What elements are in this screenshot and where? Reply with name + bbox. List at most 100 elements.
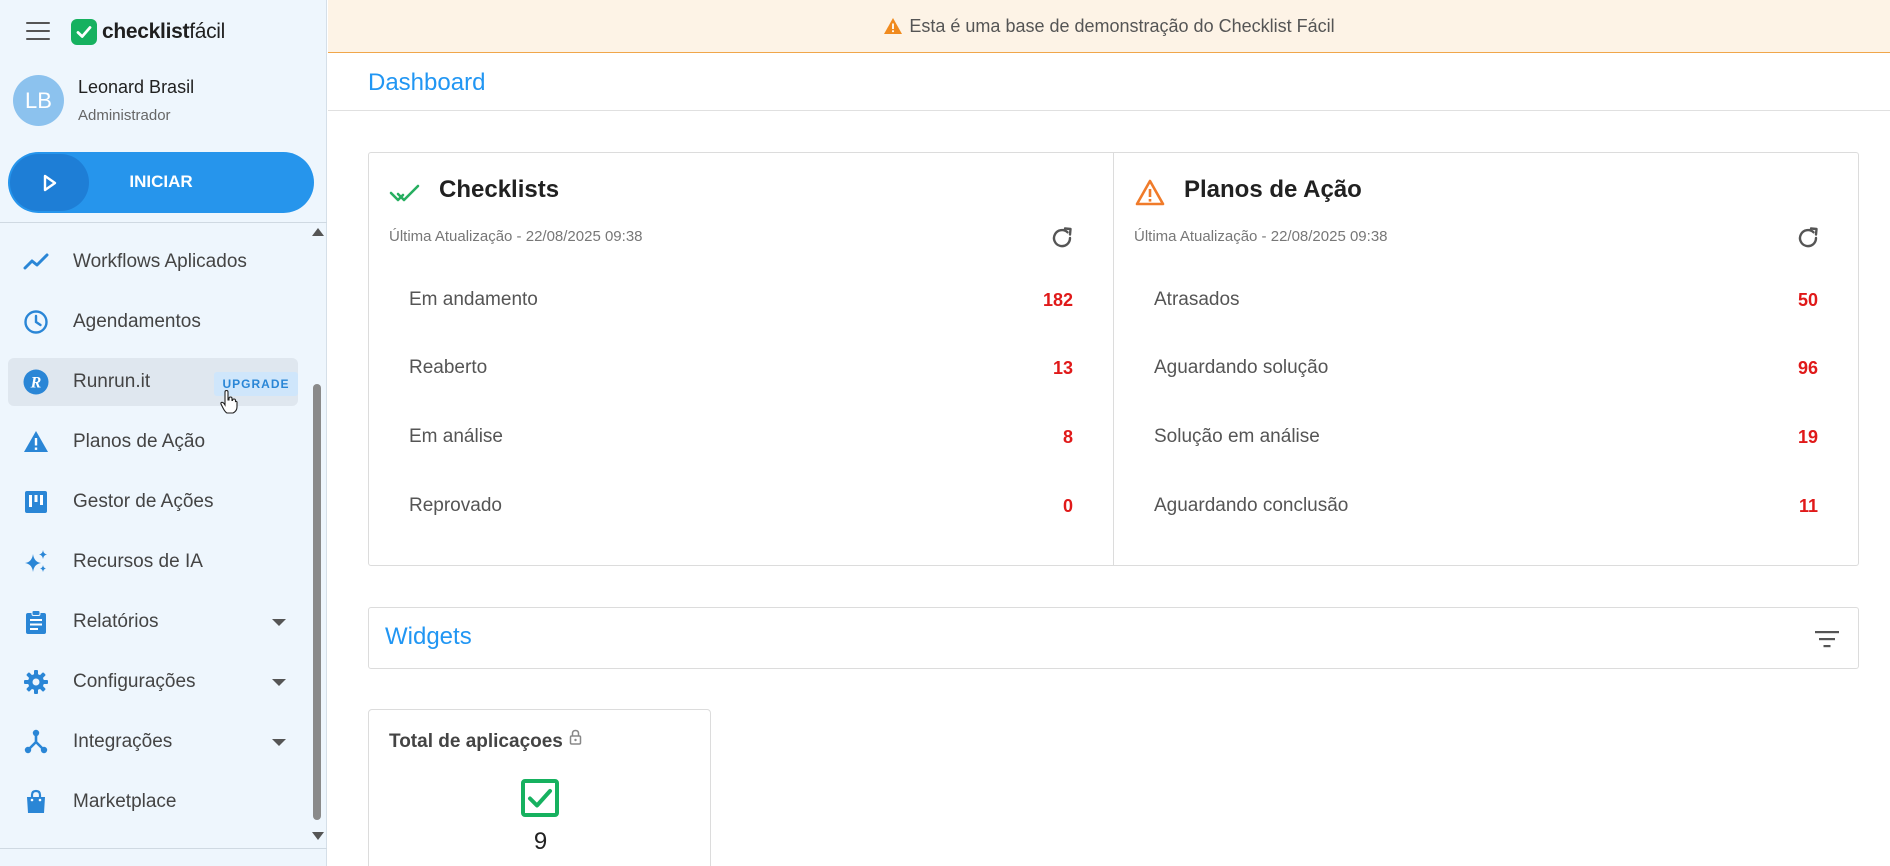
demo-banner: Esta é uma base de demonstração do Check…	[328, 0, 1890, 53]
sidebar-item-agendamentos[interactable]: Agendamentos	[8, 298, 298, 346]
scroll-up-arrow-icon[interactable]	[312, 228, 324, 236]
user-name: Leonard Brasil	[78, 77, 195, 97]
scrollbar-thumb[interactable]	[313, 384, 321, 820]
chevron-down-icon	[272, 739, 286, 746]
kanban-icon	[25, 491, 47, 513]
filter-icon[interactable]	[1814, 628, 1840, 650]
svg-text:R: R	[30, 375, 42, 392]
last-update-text: Última Atualização - 22/08/2025 09:38	[389, 228, 643, 245]
sidebar: checklistfácil LB Leonard Brasil Adminis…	[0, 0, 327, 866]
gear-icon	[24, 670, 48, 694]
checklists-title: Checklists	[439, 176, 560, 203]
stat-label: Reprovado	[409, 495, 502, 516]
user-role: Administrador	[78, 107, 171, 124]
start-button[interactable]: INICIAR	[8, 152, 314, 213]
clipboard-icon	[26, 610, 46, 634]
sidebar-item-workflows[interactable]: Workflows Aplicados	[8, 238, 298, 286]
stat-row[interactable]: Em andamento 182	[409, 281, 1073, 321]
refresh-icon[interactable]	[1795, 225, 1821, 251]
sidebar-item-label: Gestor de Ações	[73, 491, 214, 512]
stat-value[interactable]: 13	[1053, 358, 1073, 379]
sidebar-divider	[0, 222, 327, 223]
stat-value[interactable]: 182	[1043, 290, 1073, 311]
stat-value[interactable]: 11	[1799, 496, 1818, 517]
stat-label: Em análise	[409, 426, 503, 447]
app-root: checklistfácil LB Leonard Brasil Adminis…	[0, 0, 1890, 866]
stat-value[interactable]: 19	[1798, 427, 1818, 448]
stat-value[interactable]: 8	[1063, 427, 1073, 448]
chevron-down-icon	[272, 619, 286, 626]
stat-row[interactable]: Reaberto 13	[409, 349, 1073, 389]
sidebar-divider	[0, 848, 327, 849]
sidebar-item-label: Configurações	[73, 671, 196, 692]
stat-label: Atrasados	[1154, 289, 1240, 310]
sidebar-item-planos[interactable]: Planos de Ação	[8, 418, 298, 466]
hand-cursor-icon	[220, 390, 238, 414]
sidebar-item-label: Marketplace	[73, 791, 177, 812]
total-applications-card[interactable]: Total de aplicaçoes 9	[368, 709, 711, 866]
sidebar-item-label: Recursos de IA	[73, 551, 203, 572]
stat-row[interactable]: Aguardando conclusão 11	[1154, 487, 1818, 527]
sidebar-header: checklistfácil	[0, 0, 327, 62]
stat-label: Reaberto	[409, 357, 488, 378]
brand-logo[interactable]: checklistfácil	[71, 19, 225, 45]
stat-row[interactable]: Solução em análise 19	[1154, 418, 1818, 458]
stat-label: Solução em análise	[1154, 426, 1320, 447]
checkmark-logo-icon	[71, 19, 97, 45]
banner-text: Esta é uma base de demonstração do Check…	[909, 15, 1335, 36]
hub-icon	[24, 729, 48, 754]
widgets-section: Widgets	[368, 607, 1859, 669]
page-title: Dashboard	[368, 69, 486, 96]
action-plans-panel: Planos de Ação Última Atualização - 22/0…	[1114, 153, 1859, 565]
stat-value[interactable]: 50	[1798, 290, 1818, 311]
sidebar-item-relatorios[interactable]: Relatórios	[8, 598, 298, 646]
sidebar-item-runrun[interactable]: R Runrun.it UPGRADE	[8, 358, 298, 406]
stat-label: Em andamento	[409, 289, 538, 310]
action-plans-title: Planos de Ação	[1184, 176, 1362, 203]
shopping-bag-icon	[27, 789, 45, 813]
avatar: LB	[13, 75, 64, 126]
stats-card: Checklists Última Atualização - 22/08/20…	[368, 152, 1859, 566]
sidebar-item-configuracoes[interactable]: Configurações	[8, 658, 298, 706]
stat-label: Aguardando solução	[1154, 357, 1329, 378]
chevron-down-icon	[272, 679, 286, 686]
sidebar-item-label: Runrun.it	[73, 371, 151, 392]
sidebar-nav: Workflows Aplicados Agendamentos R Runru…	[0, 228, 305, 843]
sidebar-item-marketplace[interactable]: Marketplace	[8, 778, 298, 826]
sidebar-item-label: Integrações	[73, 731, 173, 752]
lock-icon	[569, 729, 582, 745]
warning-icon	[24, 431, 48, 452]
sidebar-item-gestor[interactable]: Gestor de Ações	[8, 478, 298, 526]
trending-line-icon	[23, 253, 49, 270]
refresh-icon[interactable]	[1049, 225, 1075, 251]
user-profile[interactable]: LB Leonard Brasil Administrador	[13, 74, 313, 128]
last-update-text: Última Atualização - 22/08/2025 09:38	[1134, 228, 1388, 245]
widgets-title: Widgets	[385, 623, 472, 650]
warning-outline-icon	[1135, 179, 1165, 206]
sidebar-item-label: Relatórios	[73, 611, 159, 632]
page-header: Dashboard	[328, 54, 1890, 111]
stat-label: Aguardando conclusão	[1154, 495, 1349, 516]
start-button-label: INICIAR	[129, 172, 193, 191]
stat-row[interactable]: Atrasados 50	[1154, 281, 1818, 321]
sidebar-item-recursos-ia[interactable]: Recursos de IA	[8, 538, 298, 586]
runrun-logo-icon: R	[23, 369, 49, 395]
stat-value[interactable]: 0	[1063, 496, 1073, 517]
sidebar-item-label: Agendamentos	[73, 311, 201, 332]
sidebar-item-integracoes[interactable]: Integrações	[8, 718, 298, 766]
total-applications-value: 9	[533, 828, 548, 855]
clock-icon	[24, 310, 48, 334]
scroll-down-arrow-icon[interactable]	[312, 832, 324, 840]
stat-value[interactable]: 96	[1798, 358, 1818, 379]
sidebar-scrollbar[interactable]	[309, 226, 325, 846]
total-applications-title: Total de aplicaçoes	[389, 731, 563, 752]
warning-icon	[884, 18, 903, 34]
stat-row[interactable]: Em análise 8	[409, 418, 1073, 458]
stat-row[interactable]: Reprovado 0	[409, 487, 1073, 527]
menu-icon[interactable]	[26, 22, 50, 40]
brand-name: checklistfácil	[102, 20, 226, 43]
checkbox-checked-icon	[521, 779, 559, 817]
sidebar-item-label: Planos de Ação	[73, 431, 206, 452]
stat-row[interactable]: Aguardando solução 96	[1154, 349, 1818, 389]
sparkles-icon	[25, 550, 47, 572]
